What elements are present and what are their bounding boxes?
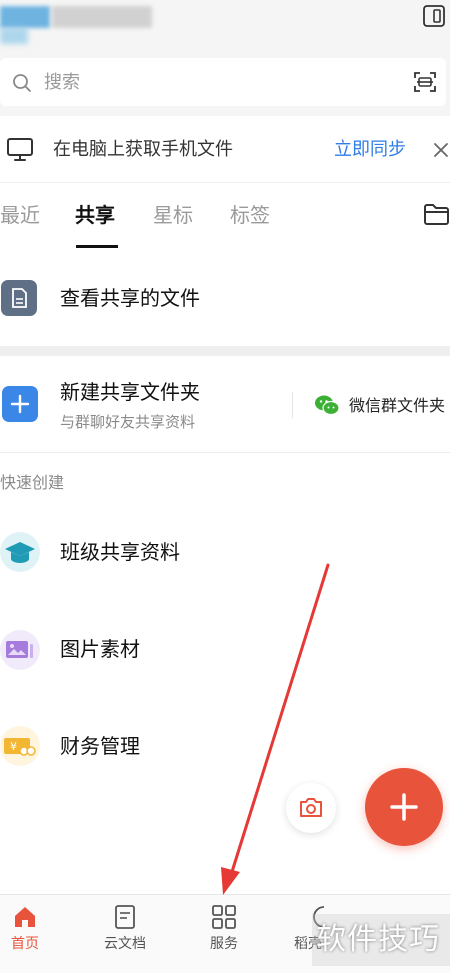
- tablet-icon[interactable]: [422, 4, 446, 28]
- tab-tags[interactable]: 标签: [230, 200, 270, 230]
- nav-home[interactable]: 首页: [0, 933, 50, 955]
- folder-icon[interactable]: [423, 201, 450, 227]
- camera-button[interactable]: [286, 783, 336, 833]
- tab-starred[interactable]: 星标: [153, 200, 193, 230]
- graduation-cap-icon: [0, 532, 40, 572]
- vertical-divider: [292, 392, 293, 418]
- watermark: 软件技巧: [316, 922, 440, 957]
- search-icon: [13, 74, 31, 92]
- nav-services[interactable]: 服务: [199, 933, 249, 955]
- quick-create-item-finance[interactable]: 财务管理: [60, 731, 140, 761]
- search-placeholder: 搜索: [44, 72, 80, 93]
- new-shared-folder-subtitle: 与群聊好友共享资料: [60, 413, 196, 431]
- plus-icon[interactable]: [2, 386, 38, 422]
- tab-recent[interactable]: 最近: [0, 200, 40, 230]
- sync-now-link[interactable]: 立即同步: [334, 136, 406, 164]
- home-icon[interactable]: [12, 904, 38, 930]
- divider: [0, 452, 450, 453]
- section-divider: [0, 346, 450, 356]
- new-shared-folder-button[interactable]: 新建共享文件夹: [60, 377, 200, 407]
- blurred-status-info: [0, 28, 28, 44]
- add-button[interactable]: [365, 768, 443, 846]
- grid-icon[interactable]: [211, 904, 237, 930]
- close-icon[interactable]: [432, 141, 450, 159]
- scan-icon[interactable]: [413, 70, 437, 94]
- shared-files-link[interactable]: 查看共享的文件: [60, 283, 200, 313]
- document-icon[interactable]: [112, 904, 138, 930]
- tabs-bar: [0, 182, 450, 249]
- quick-create-item-class[interactable]: 班级共享资料: [60, 537, 180, 567]
- camera-icon: [300, 798, 322, 817]
- sync-banner-text: 在电脑上获取手机文件: [53, 139, 233, 160]
- wechat-icon: [315, 395, 340, 416]
- image-icon: [0, 630, 40, 670]
- wechat-folder-button[interactable]: 微信群文件夹: [349, 394, 445, 418]
- active-tab-indicator: [76, 245, 118, 248]
- document-icon: [1, 280, 37, 316]
- monitor-icon: [7, 138, 33, 161]
- blurred-status-info: [0, 6, 50, 28]
- plus-icon: [390, 793, 418, 821]
- quick-create-heading: 快速创建: [0, 473, 65, 492]
- blurred-status-info: [52, 6, 152, 28]
- money-icon: ¥: [0, 726, 40, 766]
- svg-text:¥: ¥: [10, 740, 17, 753]
- quick-create-item-images[interactable]: 图片素材: [60, 634, 140, 664]
- tab-shared[interactable]: 共享: [75, 200, 115, 230]
- nav-cloud-docs[interactable]: 云文档: [95, 933, 155, 955]
